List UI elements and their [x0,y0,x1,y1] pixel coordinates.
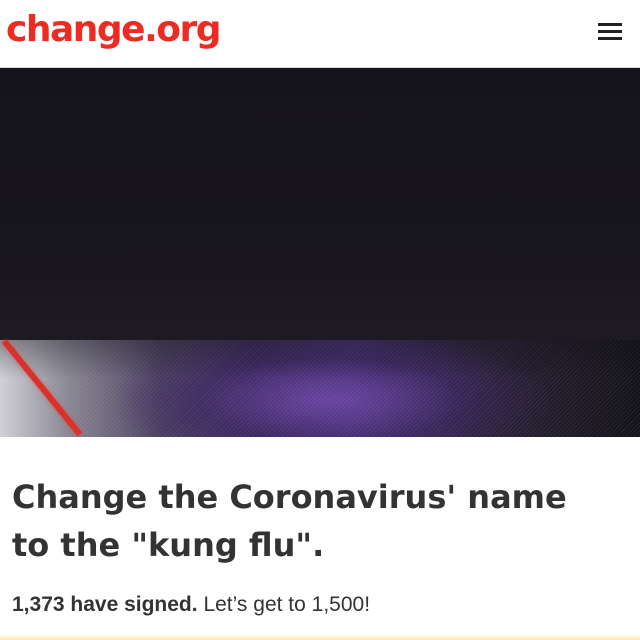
signature-count: 1,373 have signed. [12,593,198,616]
sign-button-edge[interactable] [0,634,640,640]
menu-line [598,37,622,40]
signature-progress-text: 1,373 have signed. Let’s get to 1,500! [12,591,370,619]
menu-line [598,23,622,26]
petition-content: Change the Coronavirus' name to the "kun… [0,437,640,640]
hero-floor-lighting [0,340,640,437]
top-header: change.org [0,0,640,68]
petition-title[interactable]: Change the Coronavirus' name to the "kun… [12,473,612,569]
hamburger-menu-icon[interactable] [596,20,624,44]
petition-hero-image [0,68,640,437]
change-org-logo[interactable]: change.org [6,6,222,54]
signature-goal: Let’s get to 1,500! [203,593,371,616]
menu-line [598,30,622,33]
